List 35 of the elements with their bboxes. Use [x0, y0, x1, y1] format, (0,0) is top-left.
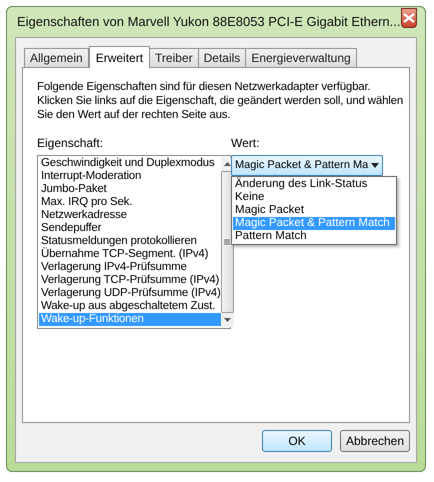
scroll-up-icon[interactable]: [224, 162, 231, 166]
tab[interactable]: Erweitert: [88, 46, 150, 68]
property-item[interactable]: Max. IRQ pro Sek.: [39, 196, 221, 209]
property-item[interactable]: Jumbo-Paket: [39, 183, 221, 196]
close-button[interactable]: [400, 8, 417, 28]
property-item[interactable]: Wake-up aus abgeschaltetem Zust.: [39, 300, 221, 313]
property-item[interactable]: Sendepuffer: [39, 222, 221, 235]
tab[interactable]: Details: [198, 48, 246, 67]
property-label: Eigenschaft:: [37, 135, 104, 152]
tab[interactable]: Energieverwaltung: [245, 48, 357, 67]
dialog-button[interactable]: OK: [262, 430, 332, 452]
property-item[interactable]: Netzwerkadresse: [39, 209, 221, 222]
dropdown-arrow-icon: [371, 163, 379, 168]
scrollbar[interactable]: [220, 157, 234, 327]
property-item[interactable]: Geschwindigkeit und Duplexmodus: [39, 157, 221, 170]
property-item[interactable]: Statusmeldungen protokollieren: [39, 235, 221, 248]
property-item[interactable]: Verlagerung UDP-Prüfsumme (IPv4): [39, 287, 221, 300]
property-item[interactable]: Interrupt-Moderation: [39, 170, 221, 183]
close-icon: [402, 13, 415, 23]
value-dropdown[interactable]: Magic Packet & Pattern Ma: [231, 155, 383, 176]
scroll-down-icon[interactable]: [224, 318, 231, 322]
property-item[interactable]: Übernahme TCP-Segment. (IPv4): [39, 248, 221, 261]
tab[interactable]: Allgemein: [24, 48, 89, 67]
description-text: Folgende Eigenschaften sind für diesen Netzwerkadapter verfügbar. Klicken Sie links auf die Eigenschaft, die geändert werden soll, und wählen Sie den Wert auf der rechten Seite aus.: [37, 80, 404, 122]
window-title: Eigenschaften von Marvell Yukon 88E8053 PCI-E Gigabit Ethern...: [16, 13, 400, 32]
property-item[interactable]: Verlagerung IPv4-Prüfsumme: [39, 261, 221, 274]
tab[interactable]: Treiber: [149, 48, 199, 67]
scroll-thumb[interactable]: [220, 171, 234, 313]
dropdown-option[interactable]: Keine: [233, 191, 395, 204]
dropdown-option[interactable]: Magic Packet: [233, 204, 395, 217]
dialog-button[interactable]: Abbrechen: [340, 430, 410, 452]
property-item[interactable]: Verlagerung TCP-Prüfsumme (IPv4): [39, 274, 221, 287]
dropdown-option[interactable]: Änderung des Link-Status: [233, 178, 395, 191]
dropdown-option[interactable]: Pattern Match: [233, 230, 395, 243]
value-label: Wert:: [231, 135, 260, 152]
